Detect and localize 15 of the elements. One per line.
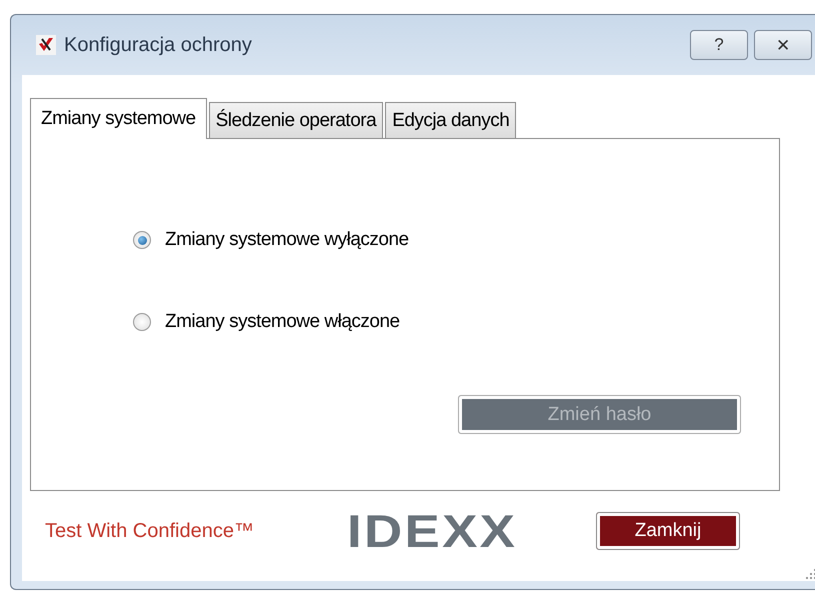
tab[interactable]: Edycja danych bbox=[385, 102, 516, 138]
radio-button[interactable] bbox=[133, 313, 151, 331]
resize-grip-icon[interactable] bbox=[806, 569, 815, 579]
help-button[interactable]: ? bbox=[690, 30, 748, 60]
tab[interactable]: Zmiany systemowe bbox=[30, 98, 207, 139]
brand-logo: IDEXX bbox=[347, 504, 518, 558]
radio-label[interactable]: Zmiany systemowe włączone bbox=[165, 311, 400, 333]
radio-label[interactable]: Zmiany systemowe wyłączone bbox=[165, 229, 409, 251]
checkmark-icon bbox=[36, 35, 56, 55]
tab[interactable]: Śledzenie operatora bbox=[208, 102, 384, 138]
window-title: Konfiguracja ochrony bbox=[64, 34, 253, 56]
tagline: Test With Confidence™ bbox=[45, 520, 255, 542]
close-button[interactable]: ✕ bbox=[754, 30, 812, 60]
radio-button[interactable] bbox=[133, 231, 151, 249]
close-button[interactable]: Zamknij bbox=[596, 512, 740, 550]
